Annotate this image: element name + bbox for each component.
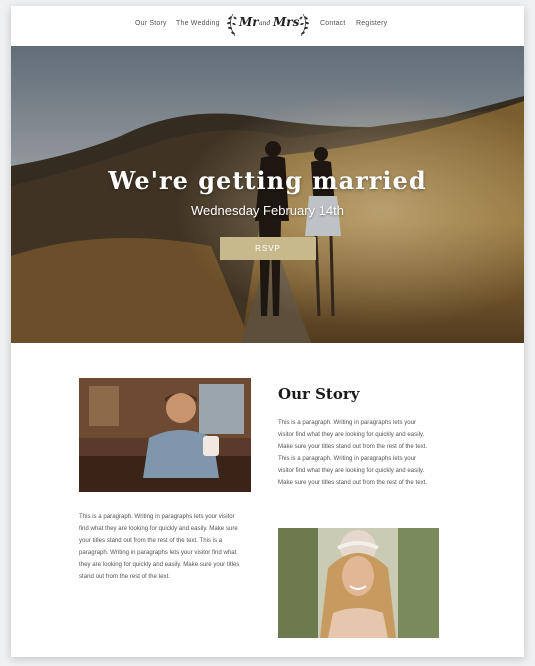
rsvp-button[interactable]: RSVP	[220, 237, 316, 260]
hero-date: Wednesday February 14th	[191, 203, 344, 218]
hero-section: We're getting married Wednesday February…	[11, 46, 524, 343]
logo-and: and	[259, 20, 271, 27]
logo-mrs: Mrs	[273, 15, 300, 29]
nav-link-registery[interactable]: Registery	[356, 20, 387, 27]
our-story-title: Our Story	[278, 385, 360, 403]
nav-link-contact[interactable]: Contact	[320, 20, 346, 27]
nav-link-the-wedding[interactable]: The Wedding	[176, 20, 220, 27]
bride-photo	[278, 528, 439, 638]
wedding-page: Our Story The Wedding Mr and Mrs Contact…	[11, 6, 524, 657]
story-paragraph-left: This is a paragraph. Writing in paragrap…	[79, 513, 240, 580]
top-nav: Our Story The Wedding Mr and Mrs Contact…	[11, 6, 524, 46]
mr-mrs-logo[interactable]: Mr and Mrs	[225, 10, 311, 40]
logo-mr: Mr	[239, 15, 259, 29]
groom-photo	[79, 378, 251, 492]
story-paragraph-right: This is a paragraph. Writing in paragrap…	[278, 419, 428, 486]
hero-title: We're getting married	[108, 166, 427, 195]
nav-link-our-story[interactable]: Our Story	[135, 20, 167, 27]
